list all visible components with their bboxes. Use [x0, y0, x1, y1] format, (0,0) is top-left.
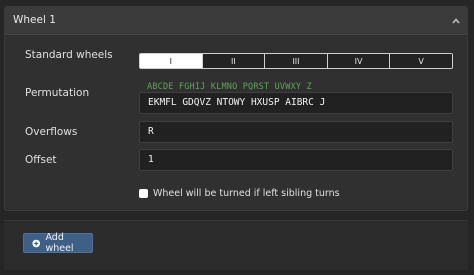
wheel-panel: Wheel 1 Standard wheels I II III IV V AB…	[4, 6, 468, 211]
offset-label: Offset	[25, 154, 57, 166]
plus-circle-icon	[32, 239, 41, 247]
wheel-option-iii[interactable]: III	[265, 54, 328, 68]
sibling-turn-label: Wheel will be turned if left sibling tur…	[153, 187, 340, 199]
panel-title: Wheel 1	[13, 14, 56, 26]
sibling-turn-option[interactable]: Wheel will be turned if left sibling tur…	[139, 187, 340, 199]
overflows-input[interactable]: R	[139, 121, 453, 143]
standard-wheels-label: Standard wheels	[25, 49, 113, 61]
wheel-option-ii[interactable]: II	[202, 54, 266, 68]
chevron-up-icon[interactable]	[451, 16, 461, 26]
overflows-label: Overflows	[25, 126, 78, 138]
panel-footer: Add wheel	[4, 220, 468, 270]
sibling-turn-checkbox[interactable]	[139, 188, 148, 198]
wheel-option-v[interactable]: V	[390, 54, 452, 68]
wheel-option-iv[interactable]: IV	[327, 54, 391, 68]
panel-header[interactable]: Wheel 1	[5, 7, 467, 35]
permutation-label: Permutation	[25, 87, 90, 99]
add-wheel-label: Add wheel	[45, 232, 74, 254]
permutation-alphabet-hint: ABCDE FGHIJ KLMNO PQRST UVWXY Z	[147, 82, 312, 92]
offset-input[interactable]: 1	[139, 149, 453, 171]
add-wheel-button[interactable]: Add wheel	[23, 232, 93, 254]
wheel-option-i[interactable]: I	[140, 54, 203, 68]
permutation-input[interactable]: EKMFL GDQVZ NTOWY HXUSP AIBRC J	[139, 92, 453, 114]
standard-wheels-selector: I II III IV V	[139, 53, 453, 69]
